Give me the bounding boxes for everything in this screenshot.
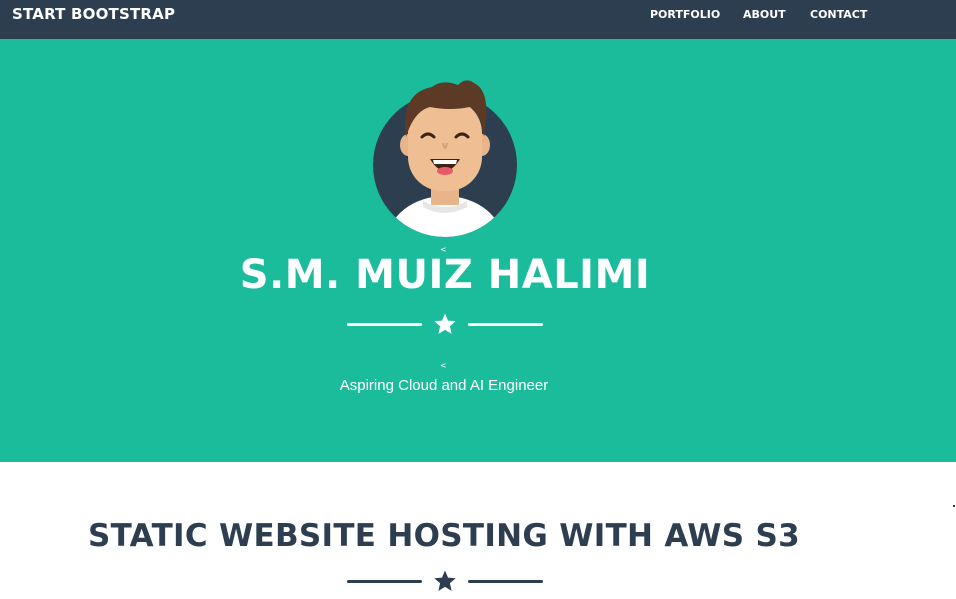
nav-link-portfolio[interactable]: PORTFOLIO — [650, 8, 720, 21]
edge-dot — [953, 505, 955, 507]
divider-line-right — [468, 323, 543, 326]
star-icon — [434, 570, 456, 591]
nav-link-contact[interactable]: CONTACT — [810, 8, 867, 21]
masthead-heading: S.M. MUIZ HALIMI — [239, 252, 651, 298]
masthead-divider — [347, 312, 543, 336]
section-divider — [347, 569, 543, 593]
masthead: < S.M. MUIZ HALIMI < Aspiring Cloud and … — [0, 39, 956, 462]
brand-link[interactable]: START BOOTSTRAP — [12, 5, 175, 23]
stray-mark: < — [440, 361, 447, 370]
avatar — [373, 80, 517, 237]
masthead-subheading: Aspiring Cloud and AI Engineer — [339, 377, 549, 394]
section-heading: STATIC WEBSITE HOSTING WITH AWS S3 — [88, 518, 800, 554]
star-icon — [434, 313, 456, 334]
divider-line-left — [347, 323, 422, 326]
divider-line-right — [468, 580, 543, 583]
navbar: START BOOTSTRAP PORTFOLIO ABOUT CONTACT — [0, 0, 956, 39]
nav-link-about[interactable]: ABOUT — [743, 8, 786, 21]
divider-line-left — [347, 580, 422, 583]
